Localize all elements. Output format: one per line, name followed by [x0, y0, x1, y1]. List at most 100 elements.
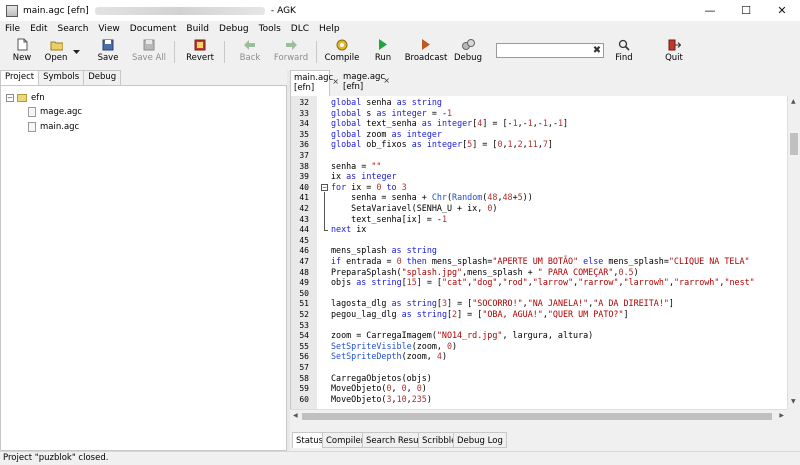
menu-document[interactable]: Document	[125, 24, 182, 34]
minimize-icon[interactable]: —	[692, 0, 728, 21]
open-folder-icon	[50, 38, 63, 51]
code-line[interactable]: senha = senha + Chr(Random(48,48+5))	[331, 192, 787, 203]
new-label: New	[12, 53, 32, 63]
code-line[interactable]	[331, 288, 787, 299]
toolbar: New Open Save Save All Revert Back Forwa…	[0, 37, 800, 67]
code-line[interactable]	[331, 235, 787, 246]
scroll-right-icon[interactable]: ▶	[779, 412, 784, 419]
find-button[interactable]: Find	[604, 38, 644, 66]
fold-collapse-icon[interactable]: −	[321, 184, 328, 191]
revert-icon	[194, 38, 207, 51]
forward-button[interactable]: Forward	[271, 38, 311, 66]
quit-button[interactable]: Quit	[654, 38, 694, 66]
collapse-icon[interactable]: −	[6, 94, 14, 102]
save-label: Save	[97, 53, 119, 63]
code-line[interactable]: MoveObjeto(3,10,235)	[331, 394, 787, 405]
tab-close-icon[interactable]: ×	[332, 77, 339, 87]
maximize-icon[interactable]: ☐	[728, 0, 764, 21]
line-number: 49	[299, 278, 309, 288]
search-input[interactable]	[496, 43, 604, 58]
code-line[interactable]: SetSpriteDepth(zoom, 4)	[331, 351, 787, 362]
quit-icon	[668, 38, 681, 51]
code-line[interactable]: objs as string[15] = ["cat","dog","rod",…	[331, 277, 787, 288]
vertical-scrollbar[interactable]: ▲ ▼	[787, 96, 800, 409]
menu-tools[interactable]: Tools	[254, 24, 286, 34]
scroll-down-icon[interactable]: ▼	[791, 398, 796, 405]
tree-root[interactable]: − efn	[6, 92, 45, 104]
scroll-thumb[interactable]	[790, 133, 798, 155]
hscroll-thumb[interactable]	[302, 413, 772, 420]
tree-file-label: mage.agc	[40, 107, 83, 117]
code-editor[interactable]: 32 33 34 35 36 37 38 39 40 41 42 43 44 45 46 47 48 49 50 51…	[290, 96, 787, 409]
menu-dlc[interactable]: DLC	[286, 24, 314, 34]
line-number: 55	[299, 341, 309, 351]
tab-project[interactable]: Project	[0, 70, 40, 85]
horizontal-scrollbar[interactable]: ◀ ▶	[290, 409, 787, 422]
code-line[interactable]: text_senha[ix] = -1	[331, 214, 787, 225]
revert-button[interactable]: Revert	[180, 38, 220, 66]
code-text[interactable]: global senha as string global s as intege…	[331, 96, 787, 409]
line-number: 50	[299, 288, 309, 298]
code-line[interactable]: lagosta_dlg as string[3] = ["SOCORRO!","…	[331, 298, 787, 309]
tab-symbols[interactable]: Symbols	[38, 70, 85, 85]
code-line[interactable]: for ix = 0 to 3	[331, 182, 787, 193]
menu-debug[interactable]: Debug	[214, 24, 254, 34]
code-line[interactable]	[331, 362, 787, 373]
menu-view[interactable]: View	[93, 24, 124, 34]
broadcast-button[interactable]: Broadcast	[405, 38, 447, 66]
clear-search-icon[interactable]: ✖	[590, 43, 604, 58]
code-line[interactable]: zoom = CarregaImagem("NO14_rd.jpg", larg…	[331, 330, 787, 341]
back-button[interactable]: Back	[230, 38, 270, 66]
line-number: 43	[299, 214, 309, 224]
code-line[interactable]	[331, 150, 787, 161]
line-number: 57	[299, 363, 309, 372]
menu-bar: File Edit Search View Document Build Deb…	[0, 21, 800, 37]
debug-button[interactable]: Debug	[448, 38, 488, 66]
tree-file-item[interactable]: main.agc	[28, 121, 79, 133]
close-icon[interactable]: ✕	[764, 0, 800, 21]
code-line[interactable]: global ob_fixos as integer[5] = [0,1,2,1…	[331, 139, 787, 150]
code-line[interactable]: global s as integer = -1	[331, 108, 787, 119]
code-line[interactable]: PreparaSplash("splash.jpg",mens_splash +…	[331, 267, 787, 278]
scroll-up-icon[interactable]: ▲	[791, 98, 796, 105]
editor-tab-main[interactable]: main.agc [efn] ×	[290, 70, 339, 96]
menu-build[interactable]: Build	[181, 24, 214, 34]
code-line[interactable]	[331, 320, 787, 331]
tree-file-item[interactable]: mage.agc	[28, 106, 82, 118]
code-line[interactable]: global zoom as integer	[331, 129, 787, 140]
editor-tab-project: [efn]	[294, 83, 315, 93]
save-all-button[interactable]: Save All	[129, 38, 169, 66]
compile-button[interactable]: Compile	[322, 38, 362, 66]
code-line[interactable]: MoveObjeto(0, 0, 0)	[331, 383, 787, 394]
tab-debug-log[interactable]: Debug Log	[453, 432, 507, 448]
code-line[interactable]: pegou_lag_dlg as string[2] = ["OBA, AGUA…	[331, 309, 787, 320]
app-icon	[6, 4, 18, 17]
window-title-file: main.agc [efn]	[23, 5, 89, 16]
code-line[interactable]: CarregaObjetos(objs)	[331, 373, 787, 384]
code-line[interactable]: SetSpriteVisible(zoom, 0)	[331, 341, 787, 352]
scroll-left-icon[interactable]: ◀	[293, 412, 298, 419]
line-number: 46	[299, 246, 309, 256]
open-dropdown[interactable]	[66, 38, 86, 66]
menu-search[interactable]: Search	[53, 24, 94, 34]
code-line[interactable]: mens_splash as string	[331, 245, 787, 256]
editor-tab-mage[interactable]: mage.agc [efn] ×	[340, 70, 390, 96]
menu-file[interactable]: File	[0, 24, 25, 34]
code-line[interactable]: if entrada = 0 then mens_splash="APERTE …	[331, 256, 787, 267]
menu-edit[interactable]: Edit	[25, 24, 52, 34]
code-line[interactable]: next ix	[331, 224, 787, 235]
line-number: 38	[299, 161, 309, 171]
code-line[interactable]: senha = ""	[331, 161, 787, 172]
tab-debug[interactable]: Debug	[83, 70, 122, 85]
code-line[interactable]: SetaVariavel(SENHA_U + ix, 0)	[331, 203, 787, 214]
code-line[interactable]: ix as integer	[331, 171, 787, 182]
code-line[interactable]: global text_senha as integer[4] = [-1,-1…	[331, 118, 787, 129]
save-all-label: Save All	[131, 53, 167, 63]
code-line[interactable]: global senha as string	[331, 97, 787, 108]
save-button[interactable]: Save	[88, 38, 128, 66]
tab-close-icon[interactable]: ×	[383, 76, 390, 86]
run-button[interactable]: Run	[363, 38, 403, 66]
open-label: Open	[44, 53, 68, 63]
fold-guide	[324, 192, 325, 230]
menu-help[interactable]: Help	[314, 24, 345, 34]
